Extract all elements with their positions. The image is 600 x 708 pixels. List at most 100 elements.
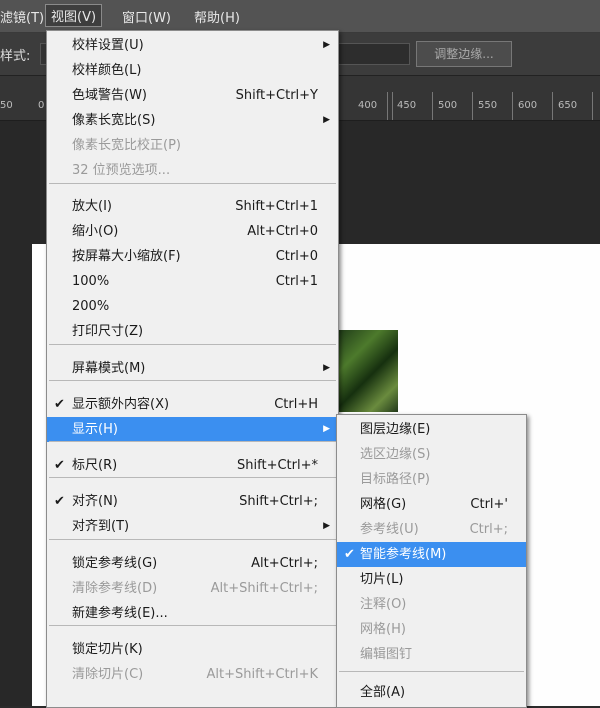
menu-item-label: 切片(L) [360,572,404,587]
menu-item-label: 100% [72,274,110,289]
menu-item-label: 屏幕模式(M) [72,361,146,376]
view-menu-item[interactable]: 100% Ctrl+1 [47,269,338,294]
menu-item-label: 显示额外内容(X) [72,397,170,412]
refine-edge-button[interactable]: 调整边缘... [416,41,512,67]
height-field[interactable] [338,43,410,65]
show-submenu-item[interactable]: 网格(G) Ctrl+' [337,492,526,517]
show-submenu: 图层边缘(E) 选区边缘(S) 目标路径(P) 网格(G) Ctrl+' 参考线(U) Ct… [336,414,527,708]
palm-photo [338,330,398,412]
menu-item-label: 目标路径(P) [360,472,430,487]
menu-item-label: 标尺(R) [72,458,118,473]
submenu-arrow-icon: ▶ [323,40,330,50]
ruler-tick: 550 [478,100,498,111]
menu-item-label: 显示(H) [72,422,118,437]
menu-window[interactable]: 窗口(W) [122,7,171,26]
menu-item-label: 像素长宽比校正(P) [72,138,181,153]
menu-item-label: 智能参考线(M) [360,547,447,562]
menu-item-shortcut: Shift+Ctrl+Y [235,88,318,103]
view-menu-item: 清除切片(C) Alt+Shift+Ctrl+K [47,662,338,687]
show-submenu-item: 参考线(U) Ctrl+; [337,517,526,542]
menu-item-label: 像素长宽比(S) [72,113,156,128]
submenu-arrow-icon: ▶ [323,363,330,373]
show-submenu-item: 编辑图钉 [337,642,526,667]
view-menu-item[interactable]: ✔ 标尺(R) Shift+Ctrl+* [47,453,338,478]
submenu-arrow-icon: ▶ [323,424,330,434]
menu-item-label: 网格(G) [360,497,407,512]
ruler-tick: 500 [438,100,458,111]
menu-item-label: 全部(A) [360,685,406,700]
menu-filter[interactable]: 滤镜(T) [0,7,44,26]
show-submenu-item[interactable]: 切片(L) [337,567,526,592]
menu-item-label: 图层边缘(E) [360,422,431,437]
ruler-line [472,92,473,120]
show-submenu-item: 网格(H) [337,617,526,642]
menu-item-label: 按屏幕大小缩放(F) [72,249,181,264]
submenu-arrow-icon: ▶ [323,115,330,125]
ruler-line [592,92,593,120]
view-menu-item[interactable]: 缩小(O) Alt+Ctrl+0 [47,219,338,244]
ruler-tick: 0 [38,100,45,111]
show-submenu-item[interactable]: 图层边缘(E) [337,417,526,442]
menu-separator [49,344,336,345]
menu-item-label: 200% [72,299,110,314]
show-submenu-item[interactable]: 全部(A) [337,680,526,705]
view-menu: 校样设置(U) ▶ 校样颜色(L) 色域警告(W) Shift+Ctrl+Y 像素长宽比(… [46,30,339,708]
menu-separator [49,625,336,626]
view-menu-item[interactable]: 校样设置(U) ▶ [47,33,338,58]
view-menu-item[interactable]: 新建参考线(E)... [47,601,338,626]
menu-view[interactable]: 视图(V) [45,4,103,27]
style-label: 样式: [0,49,31,64]
menu-item-label: 校样颜色(L) [72,63,142,78]
menu-separator [49,441,336,442]
view-menu-item[interactable]: 打印尺寸(Z) [47,319,338,344]
menu-help[interactable]: 帮助(H) [194,7,240,26]
menu-item-shortcut: Alt+Ctrl+; [251,556,318,571]
menu-item-shortcut: Ctrl+' [470,497,508,512]
view-menu-item[interactable]: 锁定切片(K) [47,637,338,662]
submenu-arrow-icon: ▶ [323,521,330,531]
view-menu-item[interactable]: 对齐到(T) ▶ [47,514,338,539]
view-menu-item[interactable]: ✔ 显示额外内容(X) Ctrl+H [47,392,338,417]
view-menu-item[interactable]: 屏幕模式(M) ▶ [47,356,338,381]
view-menu-item[interactable]: 200% [47,294,338,319]
menu-item-label: 编辑图钉 [360,647,413,662]
menu-item-label: 打印尺寸(Z) [72,324,144,339]
view-menu-item[interactable]: 色域警告(W) Shift+Ctrl+Y [47,83,338,108]
ruler-line [432,92,433,120]
menu-item-label: 32 位预览选项... [72,163,171,178]
menu-item-label: 色域警告(W) [72,88,147,103]
show-submenu-item: 选区边缘(S) [337,442,526,467]
show-submenu-item[interactable]: ✔ 智能参考线(M) [337,542,526,567]
menu-bar: 滤镜(T) 视图(V) 窗口(W) 帮助(H) [0,0,600,33]
view-menu-item: 像素长宽比校正(P) [47,133,338,158]
menu-item-label: 校样设置(U) [72,38,144,53]
show-submenu-item: 目标路径(P) [337,467,526,492]
view-menu-item[interactable]: 放大(I) Shift+Ctrl+1 [47,194,338,219]
view-menu-item[interactable]: 显示(H) ▶ [47,417,338,442]
menu-separator [339,671,524,672]
menu-item-label: 放大(I) [72,199,112,214]
menu-item-label: 注释(O) [360,597,407,612]
menu-item-label: 选区边缘(S) [360,447,431,462]
menu-separator [49,539,336,540]
ruler-tick: 600 [518,100,538,111]
menu-item-shortcut: Shift+Ctrl+* [237,458,318,473]
ruler-line [387,92,388,120]
view-menu-item[interactable]: 按屏幕大小缩放(F) Ctrl+0 [47,244,338,269]
menu-item-shortcut: Alt+Shift+Ctrl+; [210,581,318,596]
view-menu-item[interactable]: 像素长宽比(S) ▶ [47,108,338,133]
menu-item-shortcut: Ctrl+; [469,522,508,537]
menu-item-label: 清除参考线(D) [72,581,158,596]
menu-item-shortcut: Shift+Ctrl+1 [235,199,318,214]
menu-separator [49,477,336,478]
view-menu-item[interactable]: 锁定参考线(G) Alt+Ctrl+; [47,551,338,576]
view-menu-item[interactable]: ✔ 对齐(N) Shift+Ctrl+; [47,489,338,514]
check-icon: ✔ [54,494,65,509]
menu-separator [49,183,336,184]
menu-item-label: 锁定参考线(G) [72,556,158,571]
menu-item-shortcut: Alt+Ctrl+0 [247,224,318,239]
ruler-tick: 400 [358,100,378,111]
menu-item-label: 锁定切片(K) [72,642,143,657]
menu-item-label: 缩小(O) [72,224,119,239]
view-menu-item[interactable]: 校样颜色(L) [47,58,338,83]
